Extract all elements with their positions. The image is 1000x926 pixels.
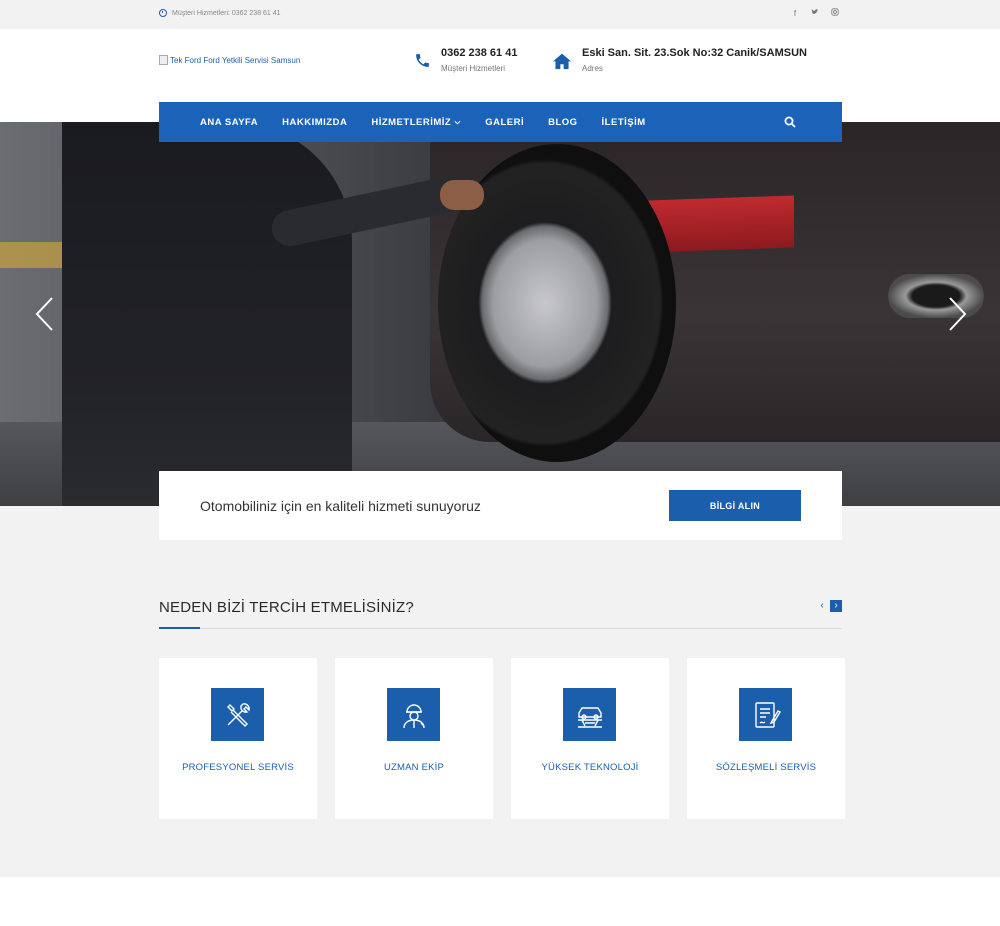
instagram-icon[interactable] [831, 8, 839, 20]
feature-card-label: PROFESYONEL SERVİS [182, 762, 294, 773]
header-phone-number: 0362 238 61 41 [441, 47, 518, 59]
hero-exhaust [888, 274, 984, 318]
broken-image-icon [159, 55, 168, 65]
nav-item-label: İLETİŞİM [601, 116, 646, 128]
feature-card[interactable]: UZMAN EKİP [335, 658, 493, 819]
feature-card-label: UZMAN EKİP [383, 762, 445, 773]
section-divider-accent [159, 627, 200, 629]
carousel-next-icon[interactable]: › [830, 600, 842, 612]
facebook-icon[interactable]: f [791, 8, 799, 20]
twitter-icon[interactable] [811, 8, 819, 20]
nav-item-contact[interactable]: İLETİŞİM [602, 117, 646, 128]
header-phone: 0362 238 61 41 Müşteri Hizmetleri [414, 47, 517, 73]
main-nav: ANA SAYFA HAKKIMIZDA HİZMETLERİMİZ GALER… [159, 102, 842, 142]
search-icon[interactable] [784, 116, 796, 128]
nav-item-label: GALERİ [485, 116, 525, 128]
clock-icon [159, 9, 167, 17]
phone-icon [416, 54, 429, 67]
topbar-contact: Müşteri Hizmetleri: 0362 238 61 41 [159, 9, 281, 17]
nav-item-blog[interactable]: BLOG [548, 117, 577, 128]
carousel-prev-icon[interactable]: ‹ [817, 600, 827, 612]
slogan-box: Otomobiliniz için en kaliteli hizmeti su… [159, 471, 842, 540]
nav-item-label: ANA SAYFA [200, 116, 259, 128]
nav-item-about[interactable]: HAKKIMIZDA [282, 117, 347, 128]
car-lift-icon [563, 688, 616, 741]
topbar-contact-text: Müşteri Hizmetleri: 0362 238 61 41 [172, 9, 281, 17]
feature-card[interactable]: SÖZLEŞMELİ SERVİS [687, 658, 845, 819]
hero-bg-stripe [0, 242, 70, 268]
feature-card[interactable]: PROFESYONEL SERVİS [159, 658, 317, 819]
header-phone-label: Müşteri Hizmetleri [441, 64, 506, 73]
nav-item-home[interactable]: ANA SAYFA [200, 117, 258, 128]
slider-next-arrow-icon[interactable] [946, 296, 968, 332]
header-address-label: Adres [582, 64, 603, 73]
technician-icon [387, 688, 440, 741]
info-button[interactable]: BİLGİ ALIN [669, 490, 801, 521]
nav-item-label: HİZMETLERİMİZ [371, 116, 452, 128]
nav-item-label: BLOG [548, 116, 578, 128]
top-bar: Müşteri Hizmetleri: 0362 238 61 41 f [0, 0, 1000, 29]
carousel-nav: ‹ › [817, 600, 842, 612]
logo-alt-text: Tek Ford Ford Yetkili Servisi Samsun [170, 55, 301, 65]
header-address: Eski San. Sit. 23.Sok No:32 Canik/SAMSUN… [552, 47, 807, 73]
slider-prev-arrow-icon[interactable] [34, 296, 56, 332]
feature-cards: PROFESYONEL SERVİS UZMAN EKİP YÜKSEK TEK… [159, 658, 845, 819]
site-logo[interactable]: Tek Ford Ford Yetkili Servisi Samsun [159, 55, 300, 65]
tools-icon [211, 688, 264, 741]
feature-card-label: YÜKSEK TEKNOLOJİ [541, 762, 639, 773]
hero-slider [0, 122, 1000, 506]
home-icon [553, 53, 571, 70]
hero-taillight [648, 195, 794, 253]
feature-card[interactable]: YÜKSEK TEKNOLOJİ [511, 658, 669, 819]
social-links: f [791, 8, 839, 20]
chevron-down-icon [454, 120, 461, 125]
contract-icon [739, 688, 792, 741]
nav-item-services[interactable]: HİZMETLERİMİZ [371, 117, 461, 128]
hero-mechanic-hand [440, 180, 484, 210]
header-address-text: Eski San. Sit. 23.Sok No:32 Canik/SAMSUN [582, 47, 807, 59]
slogan-text: Otomobiliniz için en kaliteli hizmeti su… [200, 498, 481, 514]
section-title: NEDEN BİZİ TERCİH ETMELİSİNİZ? [159, 599, 414, 616]
hero-mechanic [62, 122, 352, 506]
nav-item-gallery[interactable]: GALERİ [485, 117, 524, 128]
feature-card-label: SÖZLEŞMELİ SERVİS [715, 762, 817, 773]
nav-item-label: HAKKIMIZDA [282, 116, 348, 128]
section-divider [159, 628, 842, 629]
